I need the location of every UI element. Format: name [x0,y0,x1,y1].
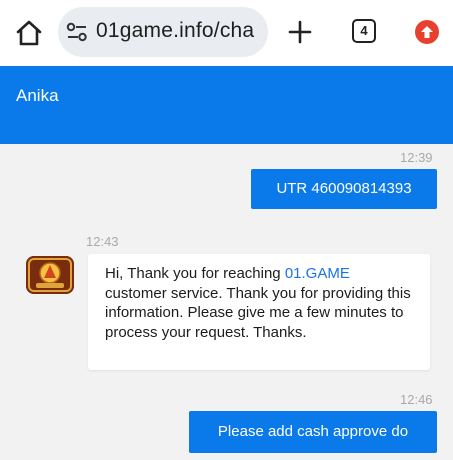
message-text: Please add cash approve do [217,423,409,440]
message-timestamp: 12:39 [400,150,433,165]
outgoing-message: Please add cash approve do [189,411,437,453]
brand-link[interactable]: 01.GAME [285,265,350,282]
new-tab-button[interactable] [288,20,312,44]
message-text: UTR 460090814393 [276,180,412,197]
plus-icon [288,20,312,44]
outgoing-message: UTR 460090814393 [251,169,437,209]
home-icon [16,20,42,46]
site-settings-icon[interactable] [66,22,88,42]
incoming-message: Hi, Thank you for reaching 01.GAME custo… [88,254,430,370]
browser-toolbar: 01game.info/cha 4 [0,0,453,66]
tab-switcher-button[interactable]: 4 [352,19,376,43]
message-timestamp: 12:43 [86,234,119,249]
url-text[interactable]: 01game.info/cha [96,19,254,43]
message-timestamp: 12:46 [400,392,433,407]
chat-header: Anika [0,66,453,144]
arrow-up-icon [421,26,433,38]
agent-name: Anika [16,86,59,105]
agent-avatar [26,256,74,294]
message-text: customer service. Thank you for providin… [105,284,411,341]
home-button[interactable] [14,18,44,48]
address-bar[interactable]: 01game.info/cha [58,7,268,57]
update-button[interactable] [415,20,439,44]
message-text: Hi, Thank you for reaching [105,265,285,282]
game-logo-icon [26,256,74,294]
